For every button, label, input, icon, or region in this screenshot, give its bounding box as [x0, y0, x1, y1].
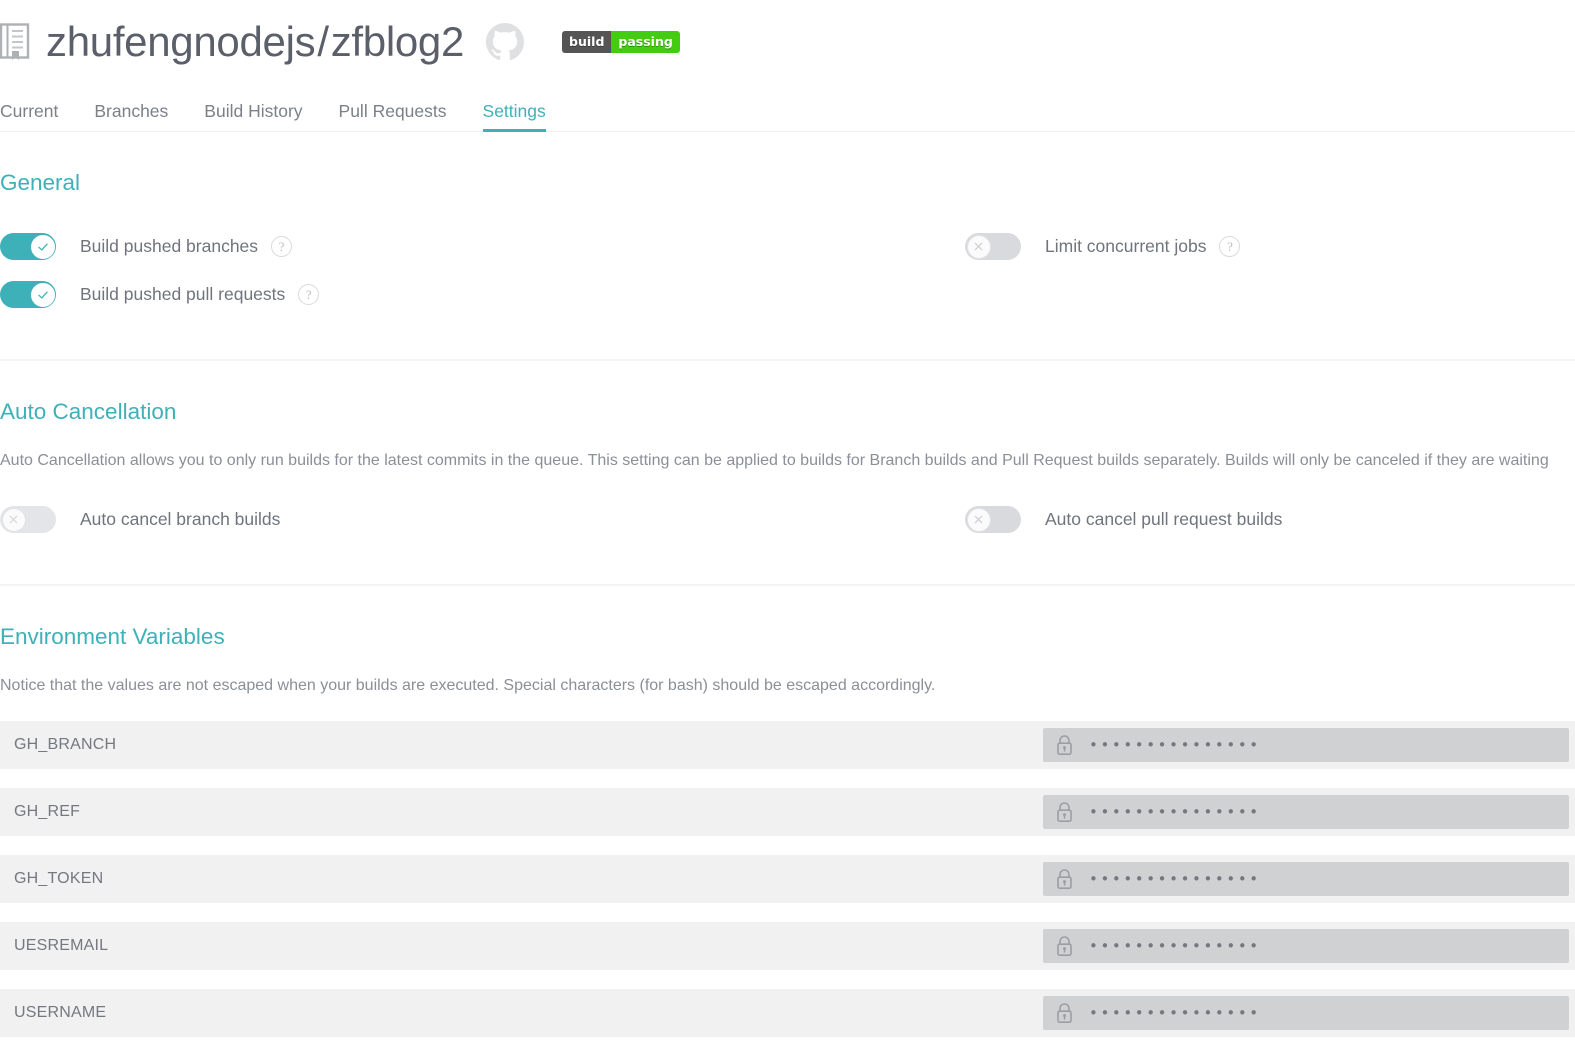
setting-auto-cancel-pull-request-builds: Auto cancel pull request builds: [965, 506, 1283, 534]
env-var-value-field[interactable]: •••••••••••••••: [1043, 795, 1569, 830]
settings-page: zhufengnodejs/zfblog2 build passing Curr…: [0, 0, 1575, 1040]
table-row[interactable]: GH_BRANCH •••••••••••••••: [0, 721, 1575, 770]
lock-icon: [1056, 869, 1073, 890]
toggle-auto-cancel-pull-request-builds[interactable]: [965, 506, 1021, 534]
toggle-auto-cancel-branch-builds[interactable]: [0, 506, 56, 534]
env-var-value-field[interactable]: •••••••••••••••: [1043, 862, 1569, 897]
setting-row: Build pushed pull requests ?: [0, 271, 1575, 319]
env-var-name: UESREMAIL: [14, 937, 109, 955]
github-icon[interactable]: [486, 23, 525, 61]
env-var-name: GH_TOKEN: [14, 870, 104, 888]
badge-label: build: [562, 31, 612, 53]
env-var-masked-value: •••••••••••••••: [1089, 1003, 1261, 1022]
auto-cancellation-description: Auto Cancellation allows you to only run…: [0, 452, 1549, 469]
help-icon[interactable]: ?: [271, 236, 293, 257]
repo-slug-separator: /: [317, 18, 329, 65]
repo-header: zhufengnodejs/zfblog2 build passing: [0, 0, 1575, 80]
table-row[interactable]: GH_TOKEN •••••••••••••••: [0, 855, 1575, 904]
env-var-masked-value: •••••••••••••••: [1089, 936, 1261, 955]
setting-label: Auto cancel branch builds: [80, 509, 281, 530]
tab-pull-requests[interactable]: Pull Requests: [321, 102, 465, 132]
repo-name[interactable]: zfblog2: [331, 18, 465, 65]
setting-label: Auto cancel pull request builds: [1045, 509, 1283, 530]
setting-auto-cancel-branch-builds: Auto cancel branch builds: [0, 506, 965, 534]
lock-icon: [1056, 936, 1073, 957]
env-var-name: GH_REF: [14, 803, 81, 821]
badge-status: passing: [611, 31, 680, 53]
setting-build-pushed-branches: Build pushed branches ?: [0, 233, 965, 260]
setting-row: Build pushed branches ? Limit concurrent…: [0, 223, 1575, 271]
toggle-knob: [30, 234, 55, 259]
toggle-knob: [966, 234, 991, 259]
general-settings-grid: Build pushed branches ? Limit concurrent…: [0, 223, 1575, 319]
env-var-value-field[interactable]: •••••••••••••••: [1043, 728, 1569, 763]
toggle-knob: [1, 507, 26, 532]
lock-icon: [1056, 1003, 1073, 1024]
tab-settings[interactable]: Settings: [465, 102, 564, 132]
table-row[interactable]: USERNAME •••••••••••••••: [0, 989, 1575, 1038]
help-icon[interactable]: ?: [1219, 236, 1241, 257]
table-row[interactable]: GH_REF •••••••••••••••: [0, 788, 1575, 837]
lock-icon: [1056, 735, 1073, 756]
setting-limit-concurrent-jobs: Limit concurrent jobs ?: [965, 233, 1241, 260]
environment-variables-list: GH_BRANCH ••••••••••••••• GH_REF •••••••…: [0, 721, 1575, 1038]
setting-label: Build pushed pull requests: [80, 283, 286, 304]
toggle-limit-concurrent-jobs[interactable]: [965, 233, 1021, 260]
env-var-masked-value: •••••••••••••••: [1089, 802, 1261, 821]
auto-cancellation-section: Auto Cancellation Auto Cancellation allo…: [0, 361, 1575, 586]
help-icon[interactable]: ?: [298, 284, 320, 305]
setting-build-pushed-pull-requests: Build pushed pull requests ?: [0, 281, 965, 308]
env-var-name: GH_BRANCH: [14, 736, 117, 754]
auto-cancellation-title: Auto Cancellation: [0, 398, 177, 424]
setting-label: Build pushed branches: [80, 235, 259, 256]
build-status-badge[interactable]: build passing: [562, 31, 680, 53]
repo-owner[interactable]: zhufengnodejs: [46, 18, 316, 65]
env-var-value-field[interactable]: •••••••••••••••: [1043, 996, 1569, 1031]
setting-label: Limit concurrent jobs: [1045, 235, 1207, 256]
env-var-name: USERNAME: [14, 1004, 107, 1022]
lock-icon: [1056, 802, 1073, 823]
table-row[interactable]: UESREMAIL •••••••••••••••: [0, 922, 1575, 971]
tab-build-history[interactable]: Build History: [186, 102, 320, 132]
tab-current[interactable]: Current: [0, 102, 76, 132]
general-section: General Build pushed branches ? Limit co…: [0, 132, 1575, 361]
env-var-masked-value: •••••••••••••••: [1089, 735, 1261, 754]
toggle-knob: [30, 282, 55, 307]
env-var-masked-value: •••••••••••••••: [1089, 869, 1261, 888]
repo-tabs: Current Branches Build History Pull Requ…: [0, 86, 1575, 132]
toggle-build-pushed-branches[interactable]: [0, 233, 56, 260]
page-title: zhufengnodejs/zfblog2: [46, 21, 464, 63]
tab-branches[interactable]: Branches: [76, 102, 186, 132]
environment-variables-section: Environment Variables Notice that the va…: [0, 586, 1575, 1038]
auto-cancellation-grid: Auto cancel branch builds Auto cancel pu…: [0, 496, 1575, 544]
general-section-title: General: [0, 170, 81, 195]
toggle-knob: [966, 507, 991, 532]
environment-variables-description: Notice that the values are not escaped w…: [0, 677, 936, 695]
book-icon: [0, 23, 30, 61]
environment-variables-title: Environment Variables: [0, 623, 225, 649]
setting-row: Auto cancel branch builds Auto cancel pu…: [0, 496, 1575, 544]
env-var-value-field[interactable]: •••••••••••••••: [1043, 929, 1569, 964]
toggle-build-pushed-pull-requests[interactable]: [0, 281, 56, 308]
